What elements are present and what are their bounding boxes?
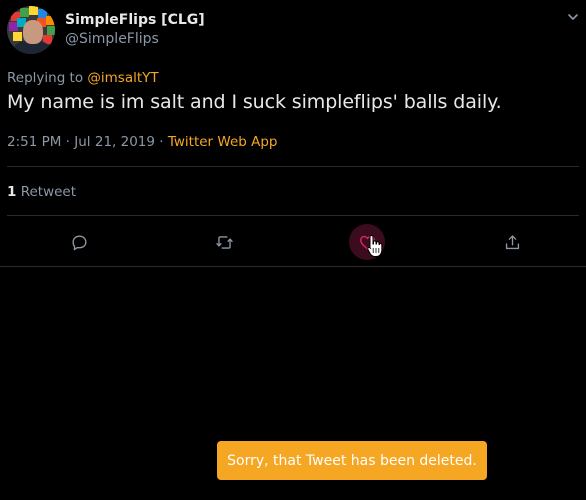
divider xyxy=(7,166,579,167)
hand-pointer-icon xyxy=(367,234,383,257)
divider xyxy=(7,215,579,216)
error-toast: Sorry, that Tweet has been deleted. xyxy=(217,441,487,480)
avatar[interactable] xyxy=(7,6,55,54)
author-names: SimpleFlips [CLG] @SimpleFlips xyxy=(65,11,205,48)
share-button[interactable] xyxy=(494,224,530,260)
share-icon xyxy=(505,234,519,249)
author-handle[interactable]: @SimpleFlips xyxy=(65,30,205,48)
reply-icon xyxy=(71,234,87,250)
retweet-count: 1 xyxy=(7,184,17,200)
retweet-count-label: Retweet xyxy=(20,184,77,200)
reply-button[interactable] xyxy=(61,224,97,260)
retweet-button[interactable] xyxy=(206,224,242,260)
replying-to-mention[interactable]: @imsaltYT xyxy=(87,70,158,86)
replying-to: Replying to @imsaltYT xyxy=(7,70,159,86)
tweet-source-app[interactable]: Twitter Web App xyxy=(168,134,278,150)
chevron-down-icon[interactable] xyxy=(566,10,580,24)
author-display-name[interactable]: SimpleFlips [CLG] xyxy=(65,11,205,29)
divider xyxy=(0,266,586,267)
replying-prefix: Replying to xyxy=(7,70,88,86)
tweet-stats[interactable]: 1 Retweet xyxy=(7,184,76,200)
retweet-icon xyxy=(215,235,233,249)
toast-message: Sorry, that Tweet has been deleted. xyxy=(227,452,477,469)
tweet-text: My name is im salt and I suck simpleflip… xyxy=(7,91,502,113)
tweet-timestamp[interactable]: 2:51 PM · Jul 21, 2019 · xyxy=(7,134,168,150)
tweet-meta: 2:51 PM · Jul 21, 2019 · Twitter Web App xyxy=(7,134,277,150)
